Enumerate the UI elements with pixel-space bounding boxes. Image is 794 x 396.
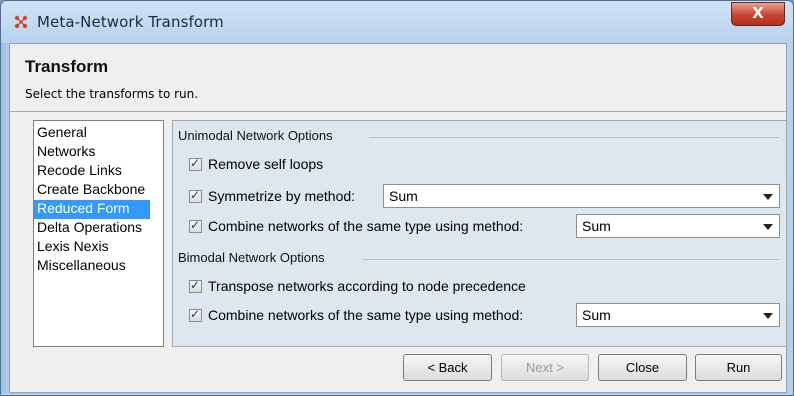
back-button[interactable]: < Back (403, 354, 492, 381)
unimodal-combine-option[interactable]: Combine networks of the same type using … (189, 215, 523, 237)
window-frame-edge (1, 43, 9, 393)
symmetrize-method-select[interactable]: Sum (383, 184, 780, 208)
options-panel: Unimodal Network Options Remove self loo… (172, 120, 787, 347)
bimodal-combine-option[interactable]: Combine networks of the same type using … (189, 304, 523, 326)
nav-item-reduced-form[interactable]: Reduced Form (34, 200, 150, 219)
app-icon (14, 15, 28, 29)
symmetrize-method-value: Sum (389, 188, 418, 204)
unimodal-combine-method-select[interactable]: Sum (576, 214, 780, 238)
bimodal-combine-method-select[interactable]: Sum (576, 303, 780, 327)
unimodal-group-title: Unimodal Network Options (178, 128, 333, 143)
bimodal-group-title: Bimodal Network Options (178, 250, 325, 265)
chevron-down-icon (763, 313, 773, 319)
page-title: Transform (25, 57, 109, 76)
transform-category-list[interactable]: General Networks Recode Links Create Bac… (33, 120, 164, 347)
transpose-checkbox[interactable] (189, 278, 202, 293)
page-subtitle: Select the transforms to run. (25, 87, 199, 101)
bimodal-combine-checkbox[interactable] (189, 307, 202, 322)
unimodal-group-divider (369, 137, 779, 138)
next-button[interactable]: Next > (501, 354, 589, 381)
header-divider (10, 111, 786, 112)
nav-item-miscellaneous[interactable]: Miscellaneous (34, 257, 163, 276)
chevron-down-icon (763, 224, 773, 230)
remove-self-loops-label: Remove self loops (208, 156, 324, 172)
transpose-label: Transpose networks according to node pre… (208, 278, 526, 294)
nav-item-general[interactable]: General (34, 124, 163, 143)
remove-self-loops-option[interactable]: Remove self loops (189, 153, 323, 175)
transpose-option[interactable]: Transpose networks according to node pre… (189, 275, 526, 297)
close-button[interactable]: Close (598, 354, 687, 381)
symmetrize-label: Symmetrize by method: (208, 188, 356, 204)
unimodal-combine-label: Combine networks of the same type using … (208, 218, 524, 234)
nav-item-delta-operations[interactable]: Delta Operations (34, 219, 163, 238)
window-title: Meta-Network Transform (37, 13, 224, 31)
title-bar[interactable]: Meta-Network Transform X (1, 1, 793, 43)
unimodal-combine-checkbox[interactable] (189, 218, 202, 233)
chevron-down-icon (763, 194, 773, 200)
run-button[interactable]: Run (695, 354, 782, 381)
bimodal-combine-label: Combine networks of the same type using … (208, 307, 524, 323)
unimodal-combine-method-value: Sum (582, 218, 611, 234)
nav-item-lexis-nexis[interactable]: Lexis Nexis (34, 238, 163, 257)
nav-item-create-backbone[interactable]: Create Backbone (34, 181, 163, 200)
bimodal-group-divider (363, 259, 779, 260)
nav-item-recode-links[interactable]: Recode Links (34, 162, 163, 181)
close-icon: X (752, 4, 764, 22)
close-window-button[interactable]: X (731, 2, 785, 26)
nav-item-networks[interactable]: Networks (34, 143, 163, 162)
dialog-window: Meta-Network Transform X Transform Selec… (0, 0, 794, 396)
symmetrize-option[interactable]: Symmetrize by method: (189, 185, 355, 207)
remove-self-loops-checkbox[interactable] (189, 156, 202, 171)
bimodal-combine-method-value: Sum (582, 307, 611, 323)
symmetrize-checkbox[interactable] (189, 188, 202, 203)
